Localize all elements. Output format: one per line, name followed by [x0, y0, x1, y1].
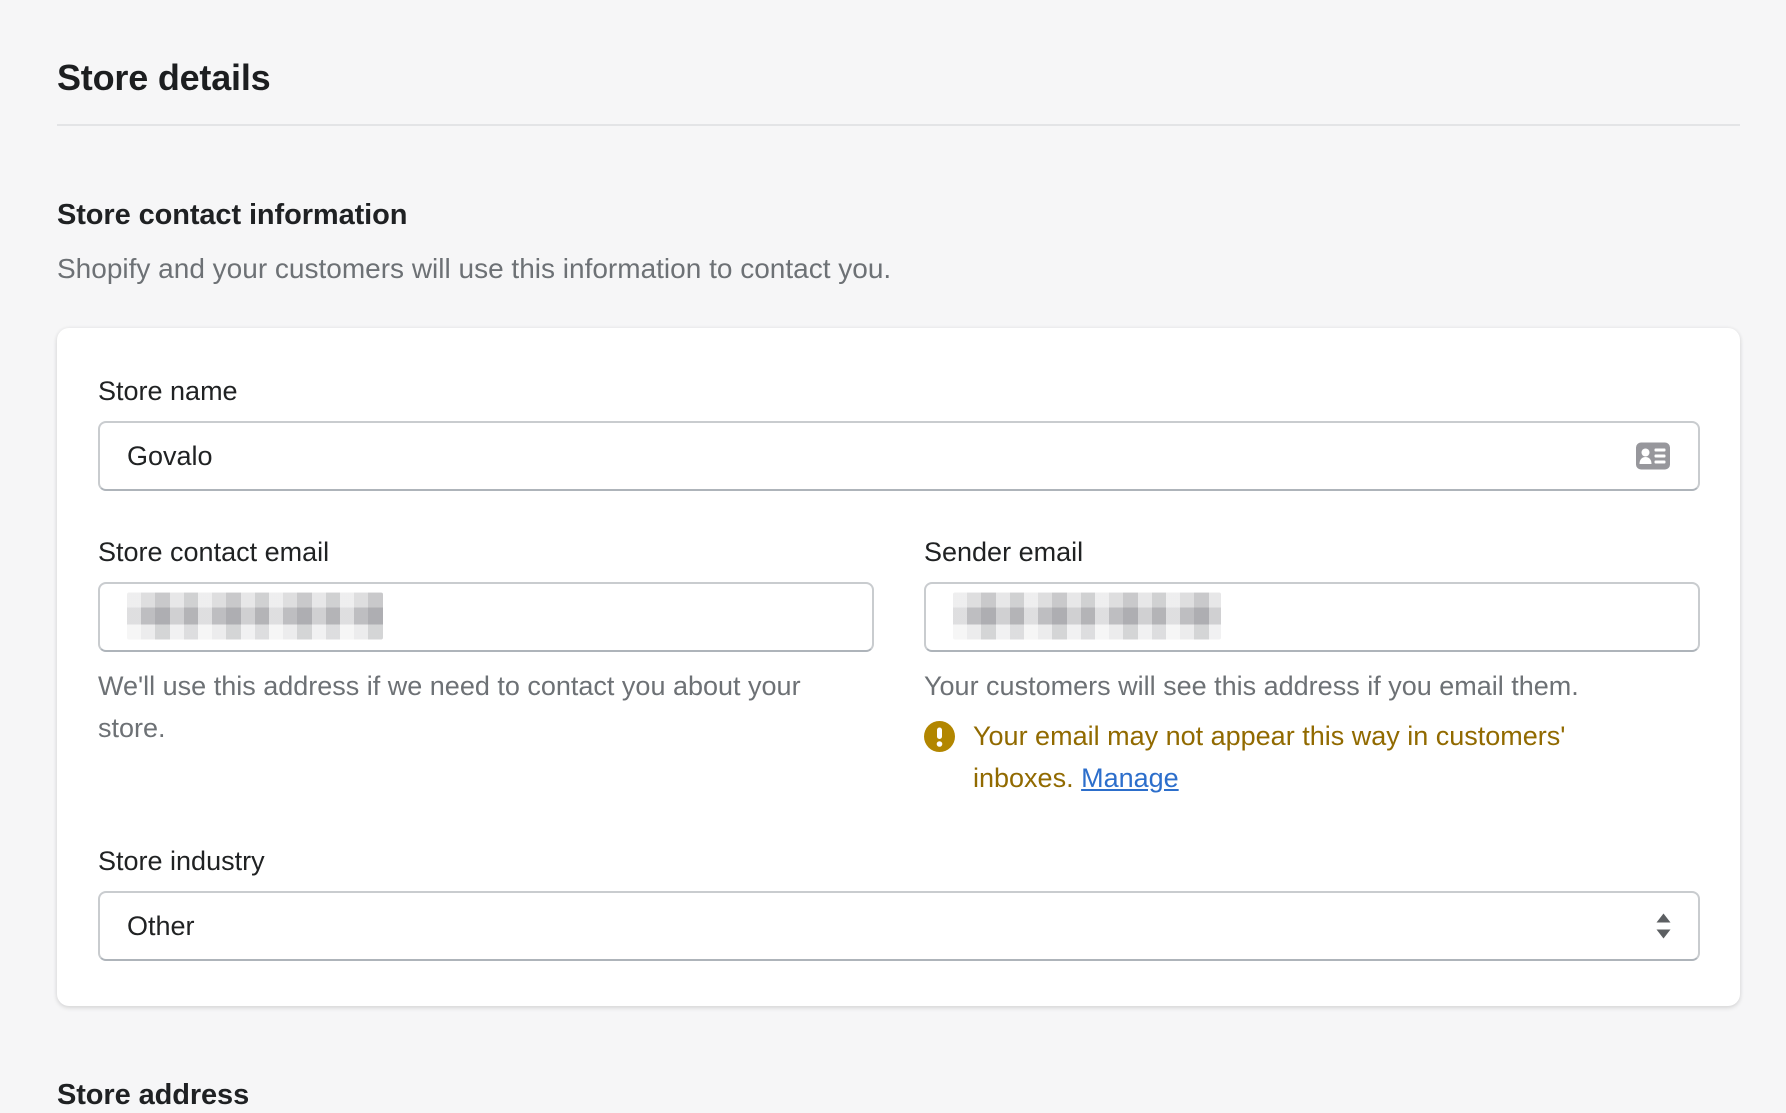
store-contact-email-help: We'll use this address if we need to con… — [98, 665, 874, 749]
store-name-label: Store name — [98, 375, 1700, 408]
divider — [57, 124, 1740, 126]
warning-text: Your email may not appear this way in cu… — [973, 715, 1673, 799]
store-industry-field: Store industry Other — [98, 845, 1700, 961]
contact-section-description: Shopify and your customers will use this… — [57, 252, 1740, 286]
sender-email-field: Sender email Your customers will see thi… — [924, 536, 1700, 799]
sender-email-label: Sender email — [924, 536, 1700, 569]
store-industry-select[interactable]: Other — [98, 891, 1700, 961]
warning-message: Your email may not appear this way in cu… — [973, 721, 1565, 793]
store-name-field: Store name — [98, 375, 1700, 491]
store-contact-email-input-wrap — [98, 582, 874, 652]
sender-email-input-wrap — [924, 582, 1700, 652]
alert-circle-icon — [924, 721, 955, 752]
sender-email-help: Your customers will see this address if … — [924, 665, 1700, 707]
store-name-input[interactable] — [98, 421, 1700, 491]
manage-link[interactable]: Manage — [1081, 763, 1179, 793]
contact-card-icon[interactable] — [1636, 443, 1670, 470]
sender-email-input[interactable] — [924, 582, 1700, 652]
store-industry-label: Store industry — [98, 845, 1700, 878]
email-fields-row: Store contact email We'll use this addre… — [98, 536, 1700, 799]
sender-email-warning: Your email may not appear this way in cu… — [924, 715, 1700, 799]
store-name-input-wrap — [98, 421, 1700, 491]
store-contact-card: Store name Store contact email — [57, 328, 1740, 1006]
store-contact-email-input[interactable] — [98, 582, 874, 652]
store-contact-email-field: Store contact email We'll use this addre… — [98, 536, 874, 799]
store-contact-email-label: Store contact email — [98, 536, 874, 569]
contact-section-heading: Store contact information — [57, 198, 1740, 233]
store-industry-value: Other — [127, 911, 195, 942]
updown-caret-icon — [1655, 912, 1672, 941]
page-title: Store details — [57, 57, 1740, 99]
store-details-page: Store details Store contact information … — [0, 0, 1786, 1113]
address-section-heading: Store address — [57, 1078, 1740, 1113]
